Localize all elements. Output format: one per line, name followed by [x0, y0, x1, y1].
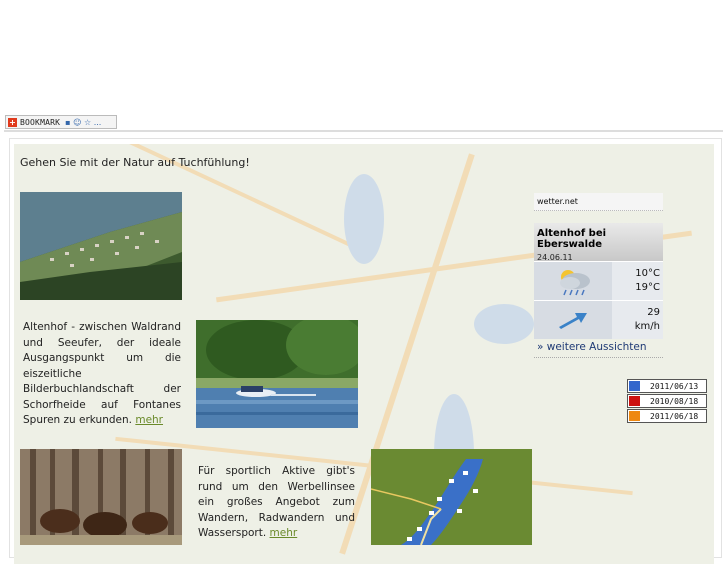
weather-temperature-row: 10°C 19°C — [534, 261, 663, 300]
bookmark-button[interactable]: + BOOKMARK ▪ ☺ ☆ ... — [5, 115, 117, 129]
cloud-sun-rain-icon — [534, 262, 612, 300]
yahoo-badge[interactable]: 2010/08/18 — [627, 394, 707, 408]
temp-low: 10°C — [635, 268, 660, 279]
weather-location: Altenhof bei Eberswalde — [537, 228, 607, 250]
more-link[interactable]: mehr — [270, 527, 298, 539]
weather-source[interactable]: wetter.net — [534, 193, 663, 211]
index-badges: 2011/06/13 2010/08/18 2011/06/18 — [627, 379, 707, 424]
google-icon — [629, 381, 640, 391]
aerial-village-photo — [20, 192, 182, 300]
msn-badge[interactable]: 2011/06/18 — [627, 409, 707, 423]
intro-text: Gehen Sie mit der Natur auf Tuchfühlung! — [20, 156, 250, 169]
bison-forest-photo — [20, 449, 182, 545]
werbellinsee-map-image — [371, 449, 532, 545]
bookmark-label: BOOKMARK — [20, 117, 61, 127]
plus-icon: + — [8, 117, 17, 127]
weather-widget: wetter.net Altenhof bei Eberswalde 24.06… — [534, 193, 663, 358]
divider — [4, 130, 723, 132]
share-icons: ▪ ☺ ☆ ... — [65, 117, 102, 127]
google-badge[interactable]: 2011/06/13 — [627, 379, 707, 393]
badge-date: 2010/08/18 — [650, 396, 699, 406]
weather-title: Altenhof bei Eberswalde 24.06.11 — [534, 223, 663, 262]
msn-icon — [629, 411, 640, 421]
badge-date: 2011/06/18 — [650, 411, 699, 421]
weather-wind-row: 29 km/h — [534, 300, 663, 339]
wind-speed: 29 — [647, 307, 660, 318]
temp-high: 19°C — [635, 282, 660, 293]
sport-paragraph: Für sportlich Aktive gibt's rund um den … — [198, 464, 355, 542]
motorboat-lake-photo — [196, 320, 358, 428]
wind-unit: km/h — [634, 321, 660, 332]
wind-values: 29 km/h — [612, 301, 663, 339]
yahoo-icon — [629, 396, 640, 406]
badge-date: 2011/06/13 — [650, 381, 699, 391]
temperature-values: 10°C 19°C — [612, 262, 663, 300]
more-link[interactable]: mehr — [135, 414, 163, 426]
more-forecast-link[interactable]: » weitere Aussichten — [534, 341, 663, 358]
paragraph-text: Altenhof - zwischen Waldrand und Seeufer… — [23, 321, 181, 426]
intro-paragraph: Altenhof - zwischen Waldrand und Seeufer… — [23, 320, 181, 429]
wind-arrow-icon — [534, 301, 612, 339]
